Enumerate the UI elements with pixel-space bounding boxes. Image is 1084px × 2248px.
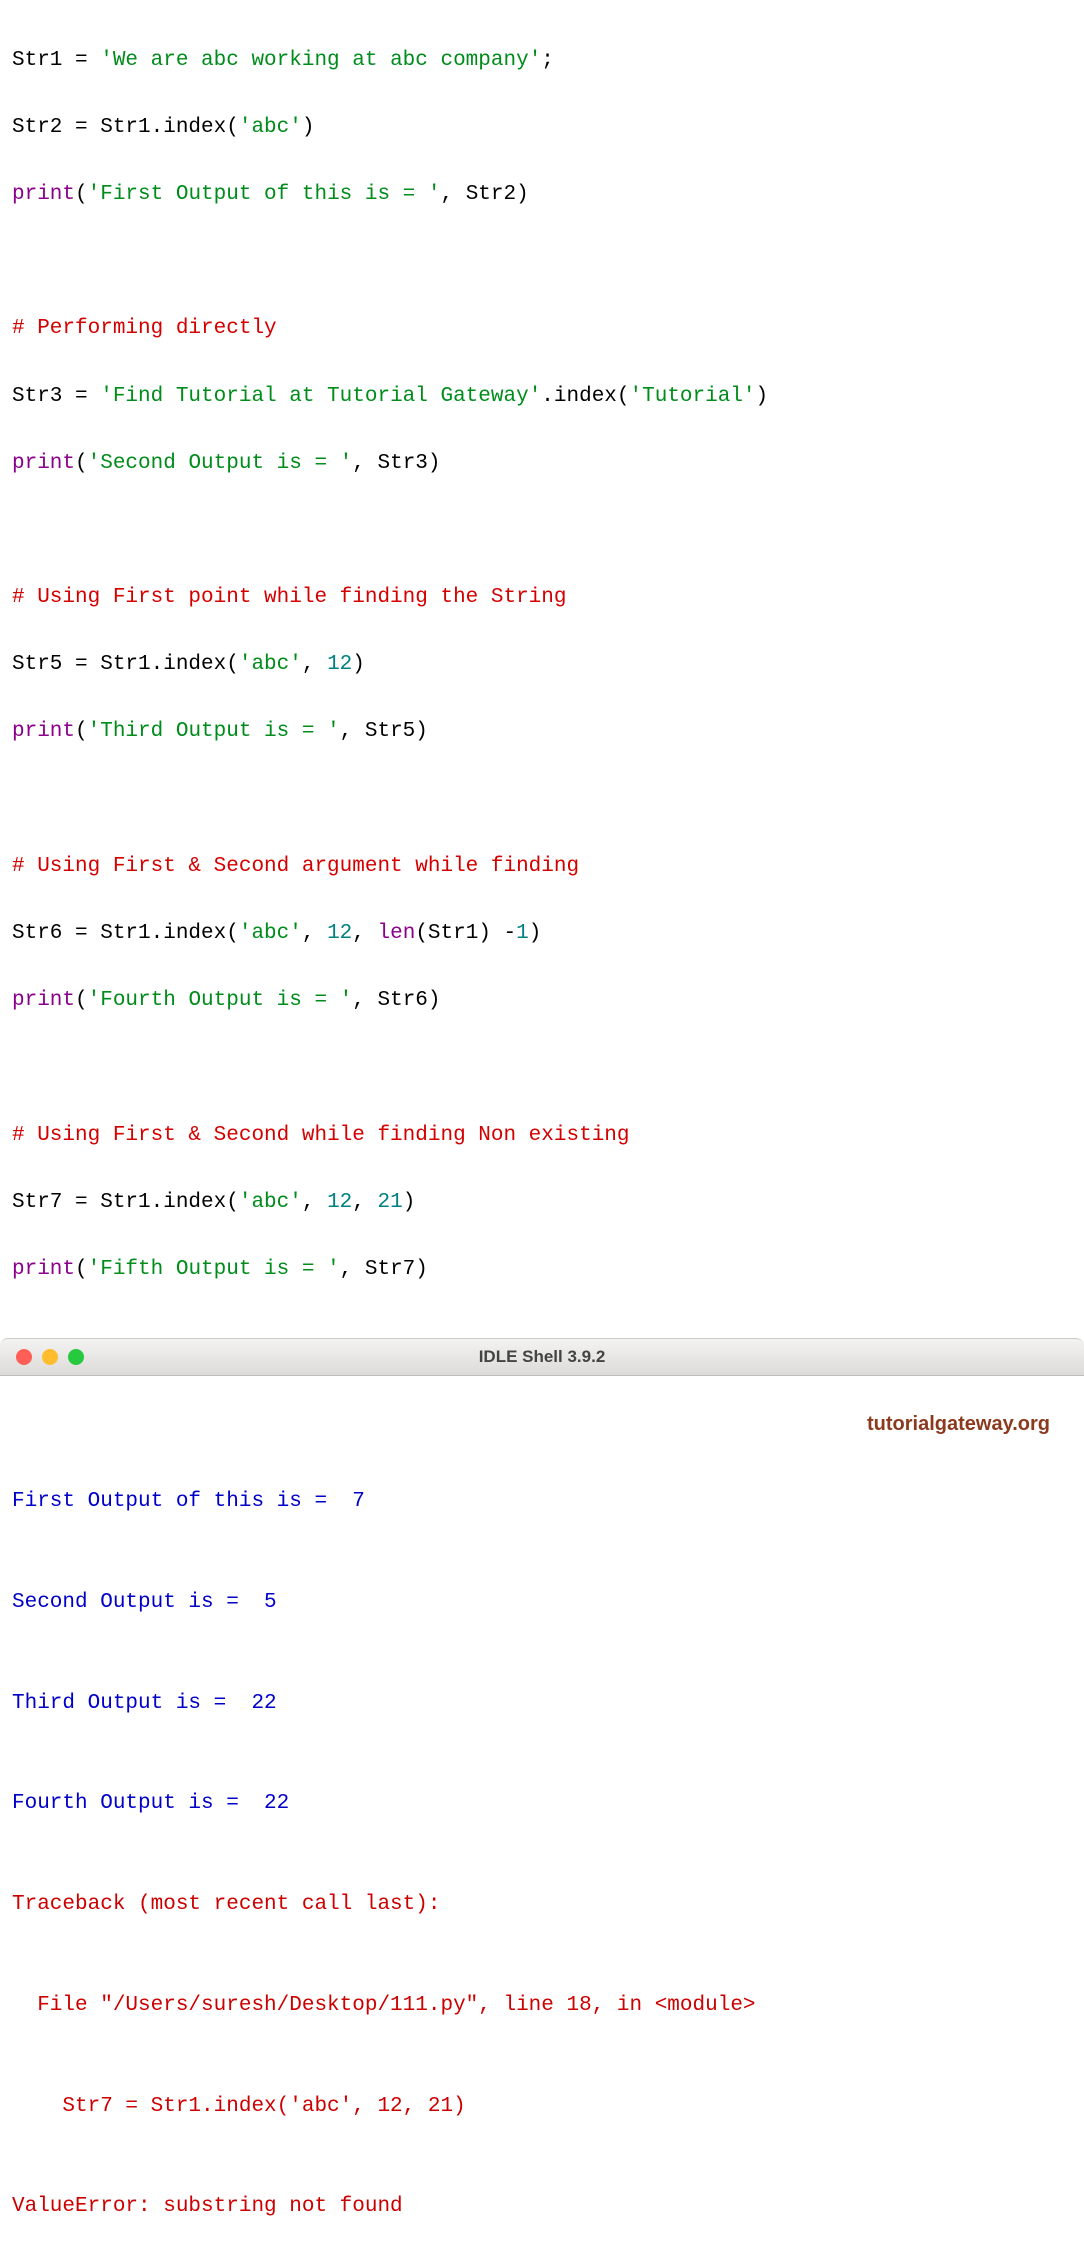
output-line: Second Output is = 5 <box>12 1586 1072 1620</box>
shell-output[interactable]: tutorialgateway.org First Output of this… <box>0 1376 1084 2248</box>
code-comment: # Performing directly <box>12 312 1072 346</box>
shell-title: IDLE Shell 3.9.2 <box>0 1347 1084 1367</box>
blank-line <box>12 514 1072 548</box>
code-line: Str6 = Str1.index('abc', 12, len(Str1) -… <box>12 917 1072 951</box>
code-line: print('Third Output is = ', Str5) <box>12 715 1072 749</box>
code-line: print('First Output of this is = ', Str2… <box>12 178 1072 212</box>
code-line: Str1 = 'We are abc working at abc compan… <box>12 44 1072 78</box>
blank-line <box>12 1051 1072 1085</box>
code-line: print('Fourth Output is = ', Str6) <box>12 984 1072 1018</box>
traceback-line: File "/Users/suresh/Desktop/111.py", lin… <box>12 1989 1072 2023</box>
code-line: Str3 = 'Find Tutorial at Tutorial Gatewa… <box>12 380 1072 414</box>
output-line: Fourth Output is = 22 <box>12 1787 1072 1821</box>
code-line: Str7 = Str1.index('abc', 12, 21) <box>12 1186 1072 1220</box>
watermark-text: tutorialgateway.org <box>867 1408 1050 1440</box>
code-comment: # Using First & Second argument while fi… <box>12 850 1072 884</box>
code-line: Str2 = Str1.index('abc') <box>12 111 1072 145</box>
output-line: Third Output is = 22 <box>12 1687 1072 1721</box>
blank-line <box>12 245 1072 279</box>
code-line: print('Fifth Output is = ', Str7) <box>12 1253 1072 1287</box>
code-editor[interactable]: Str1 = 'We are abc working at abc compan… <box>0 0 1084 1338</box>
shell-window: IDLE Shell 3.9.2 tutorialgateway.org Fir… <box>0 1338 1084 2248</box>
code-comment: # Using First point while finding the St… <box>12 581 1072 615</box>
blank-line <box>12 783 1072 817</box>
traceback-line: ValueError: substring not found <box>12 2190 1072 2224</box>
output-line: First Output of this is = 7 <box>12 1485 1072 1519</box>
code-line: print('Second Output is = ', Str3) <box>12 447 1072 481</box>
code-line: Str5 = Str1.index('abc', 12) <box>12 648 1072 682</box>
shell-titlebar[interactable]: IDLE Shell 3.9.2 <box>0 1338 1084 1376</box>
traceback-line: Traceback (most recent call last): <box>12 1888 1072 1922</box>
traceback-line: Str7 = Str1.index('abc', 12, 21) <box>12 2090 1072 2124</box>
